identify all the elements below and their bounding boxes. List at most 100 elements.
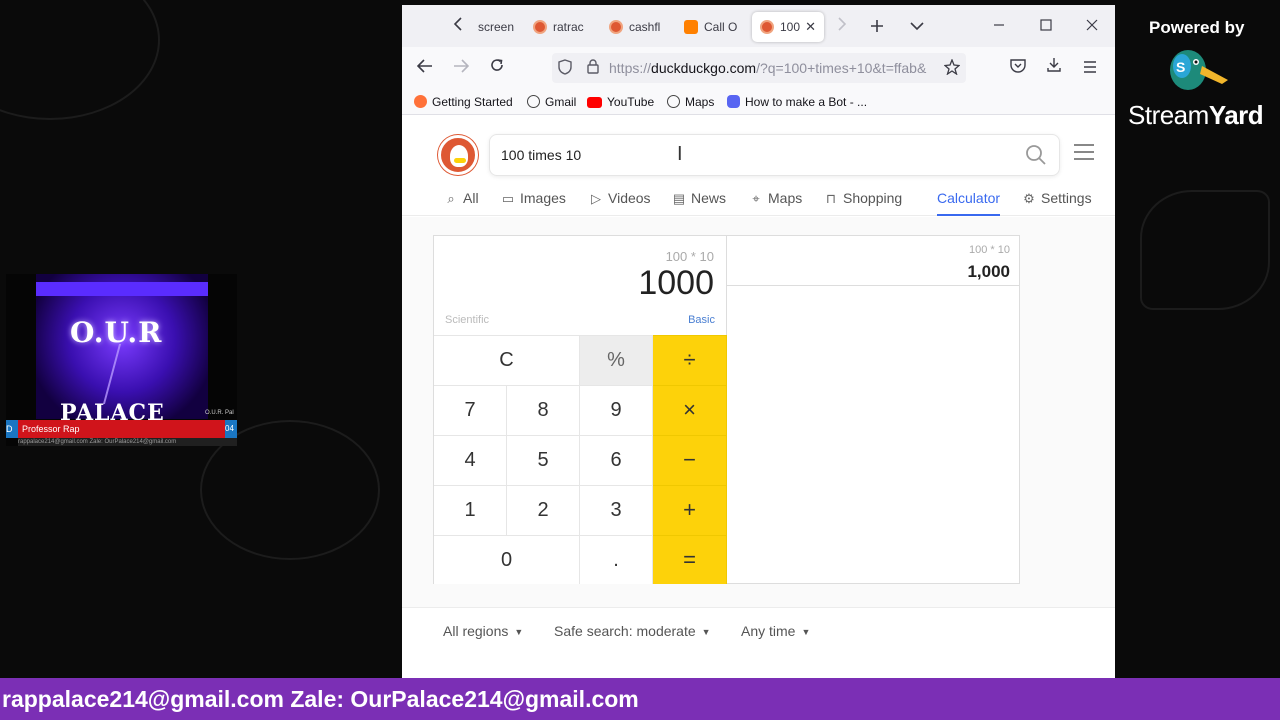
bookmark-label: Gmail: [545, 95, 577, 109]
globe-icon: [527, 95, 540, 108]
clear-key[interactable]: C: [434, 335, 580, 385]
history-entry[interactable]: 100 * 10 1,000: [727, 236, 1019, 286]
back-button[interactable]: [410, 53, 440, 83]
tab-calculator[interactable]: Calculator: [937, 190, 1001, 216]
digit-9-key[interactable]: 9: [580, 385, 653, 435]
browser-tab[interactable]: screen: [478, 12, 518, 42]
minus-key[interactable]: −: [653, 435, 727, 485]
hamburger-menu-icon: [1084, 61, 1096, 73]
plus-key[interactable]: +: [653, 485, 727, 535]
navigation-toolbar: https://duckduckgo.com/?q=100+times+10&t…: [402, 47, 1115, 89]
bookmark-getting-started[interactable]: Getting Started: [414, 89, 513, 115]
duckduckgo-page: 100 times 10 I ⌕ All ▭ Images ▷ Videos ▤ New…: [402, 116, 1115, 678]
tab-scroll-left-button[interactable]: [443, 12, 473, 42]
maximize-button[interactable]: [1031, 12, 1061, 42]
close-window-button[interactable]: [1077, 12, 1107, 42]
bookmark-maps[interactable]: Maps: [667, 89, 714, 115]
lock-icon[interactable]: [584, 59, 602, 77]
bookmark-how-to-make-a-bot[interactable]: How to make a Bot - ...: [727, 89, 867, 115]
tab-all[interactable]: ⌕ All: [443, 190, 478, 216]
tab-label: Videos: [608, 190, 651, 206]
minimize-button[interactable]: [984, 12, 1014, 42]
close-tab-icon[interactable]: ✕: [805, 12, 816, 42]
divide-key[interactable]: ÷: [653, 335, 727, 385]
duckduckgo-icon: [760, 20, 774, 34]
browser-tab[interactable]: cashfl: [609, 12, 669, 42]
chevron-down-icon: [910, 22, 924, 31]
tab-maps[interactable]: ⌖ Maps: [748, 190, 802, 216]
camera-overlay: O.U.R PALACE O.U.R. Pal D Professor Rap …: [6, 274, 237, 446]
tab-label: Calculator: [937, 190, 1001, 206]
play-icon: ▷: [591, 191, 601, 206]
page-menu-button[interactable]: [1074, 144, 1094, 162]
multiply-key[interactable]: ×: [653, 385, 727, 435]
url-prefix: https://: [609, 60, 652, 76]
digit-8-key[interactable]: 8: [507, 385, 580, 435]
tab-scroll-right-button[interactable]: [827, 12, 857, 42]
digit-0-key[interactable]: 0: [434, 535, 580, 584]
bookmark-youtube[interactable]: YouTube: [587, 89, 654, 115]
bookmark-star-icon[interactable]: [943, 58, 961, 77]
forward-button[interactable]: [446, 53, 476, 83]
downloads-button[interactable]: [1039, 53, 1069, 83]
footer-contact-text: rappalace214@gmail.com Zale: OurPalace21…: [2, 686, 639, 712]
streamyard-wordmark: StreamYard: [1128, 100, 1264, 131]
reload-button[interactable]: [482, 53, 512, 83]
browser-tab-active[interactable]: 100 ✕: [752, 12, 824, 42]
youtube-icon: [587, 97, 602, 108]
address-bar[interactable]: https://duckduckgo.com/?q=100+times+10&t…: [552, 53, 966, 83]
tab-label: cashfl: [629, 20, 661, 34]
footer-banner: rappalace214@gmail.com Zale: OurPalace21…: [0, 678, 1280, 720]
shield-icon[interactable]: [556, 59, 574, 77]
calculator-result: 1000: [638, 264, 714, 302]
region-filter-dropdown[interactable]: All regions ▼: [443, 623, 523, 639]
safe-search-dropdown[interactable]: Safe search: moderate ▼: [554, 623, 711, 639]
digit-4-key[interactable]: 4: [434, 435, 507, 485]
history-expression: 100 * 10: [969, 244, 1010, 256]
search-input[interactable]: 100 times 10: [501, 135, 581, 175]
tab-news[interactable]: ▤ News: [671, 190, 726, 216]
maximize-icon: [1040, 19, 1052, 31]
reload-icon: [491, 59, 503, 71]
search-icon[interactable]: [1025, 144, 1047, 166]
digit-6-key[interactable]: 6: [580, 435, 653, 485]
tab-bar: screen ratrac cashfl Call O 100 ✕: [402, 5, 1115, 47]
basic-mode-toggle[interactable]: Basic: [688, 314, 715, 326]
search-box[interactable]: 100 times 10 I: [489, 134, 1060, 176]
background-leaf-decoration: [1140, 190, 1270, 310]
digit-5-key[interactable]: 5: [507, 435, 580, 485]
caret-down-icon: ▼: [514, 627, 524, 637]
url-text[interactable]: https://duckduckgo.com/?q=100+times+10&t…: [609, 53, 939, 83]
app-menu-button[interactable]: [1075, 53, 1105, 83]
percent-key[interactable]: %: [580, 335, 653, 385]
new-tab-button[interactable]: [862, 12, 892, 42]
bookmarks-toolbar: Getting Started Gmail YouTube Maps How t…: [402, 89, 1115, 115]
caret-down-icon: ▼: [701, 627, 711, 637]
equals-key[interactable]: =: [653, 535, 727, 584]
scientific-mode-toggle[interactable]: Scientific: [445, 314, 489, 326]
pin-icon: ⌖: [752, 191, 760, 206]
decimal-key[interactable]: .: [580, 535, 653, 584]
browser-tab[interactable]: Call O: [684, 12, 742, 42]
duckduckgo-logo[interactable]: [438, 135, 478, 175]
tab-settings[interactable]: ⚙ Settings: [1021, 190, 1091, 216]
tab-images[interactable]: ▭ Images: [500, 190, 566, 216]
digit-3-key[interactable]: 3: [580, 485, 653, 535]
blogger-icon: [684, 20, 698, 34]
menu-line: [1074, 144, 1094, 146]
tab-shopping[interactable]: ⊓ Shopping: [823, 190, 902, 216]
digit-2-key[interactable]: 2: [507, 485, 580, 535]
bookmark-gmail[interactable]: Gmail: [527, 89, 576, 115]
tab-label: screen: [478, 20, 515, 34]
tab-videos[interactable]: ▷ Videos: [588, 190, 651, 216]
browser-tab[interactable]: ratrac: [533, 12, 593, 42]
url-rest: /?q=100+times+10&t=ffab&: [756, 60, 927, 76]
digit-7-key[interactable]: 7: [434, 385, 507, 435]
svg-text:S: S: [1176, 59, 1185, 75]
streamyard-duck-icon: S: [1170, 50, 1228, 90]
time-filter-dropdown[interactable]: Any time ▼: [741, 623, 810, 639]
list-tabs-button[interactable]: [902, 12, 932, 42]
digit-1-key[interactable]: 1: [434, 485, 507, 535]
pocket-button[interactable]: [1003, 53, 1033, 83]
caret-down-icon: ▼: [801, 627, 811, 637]
